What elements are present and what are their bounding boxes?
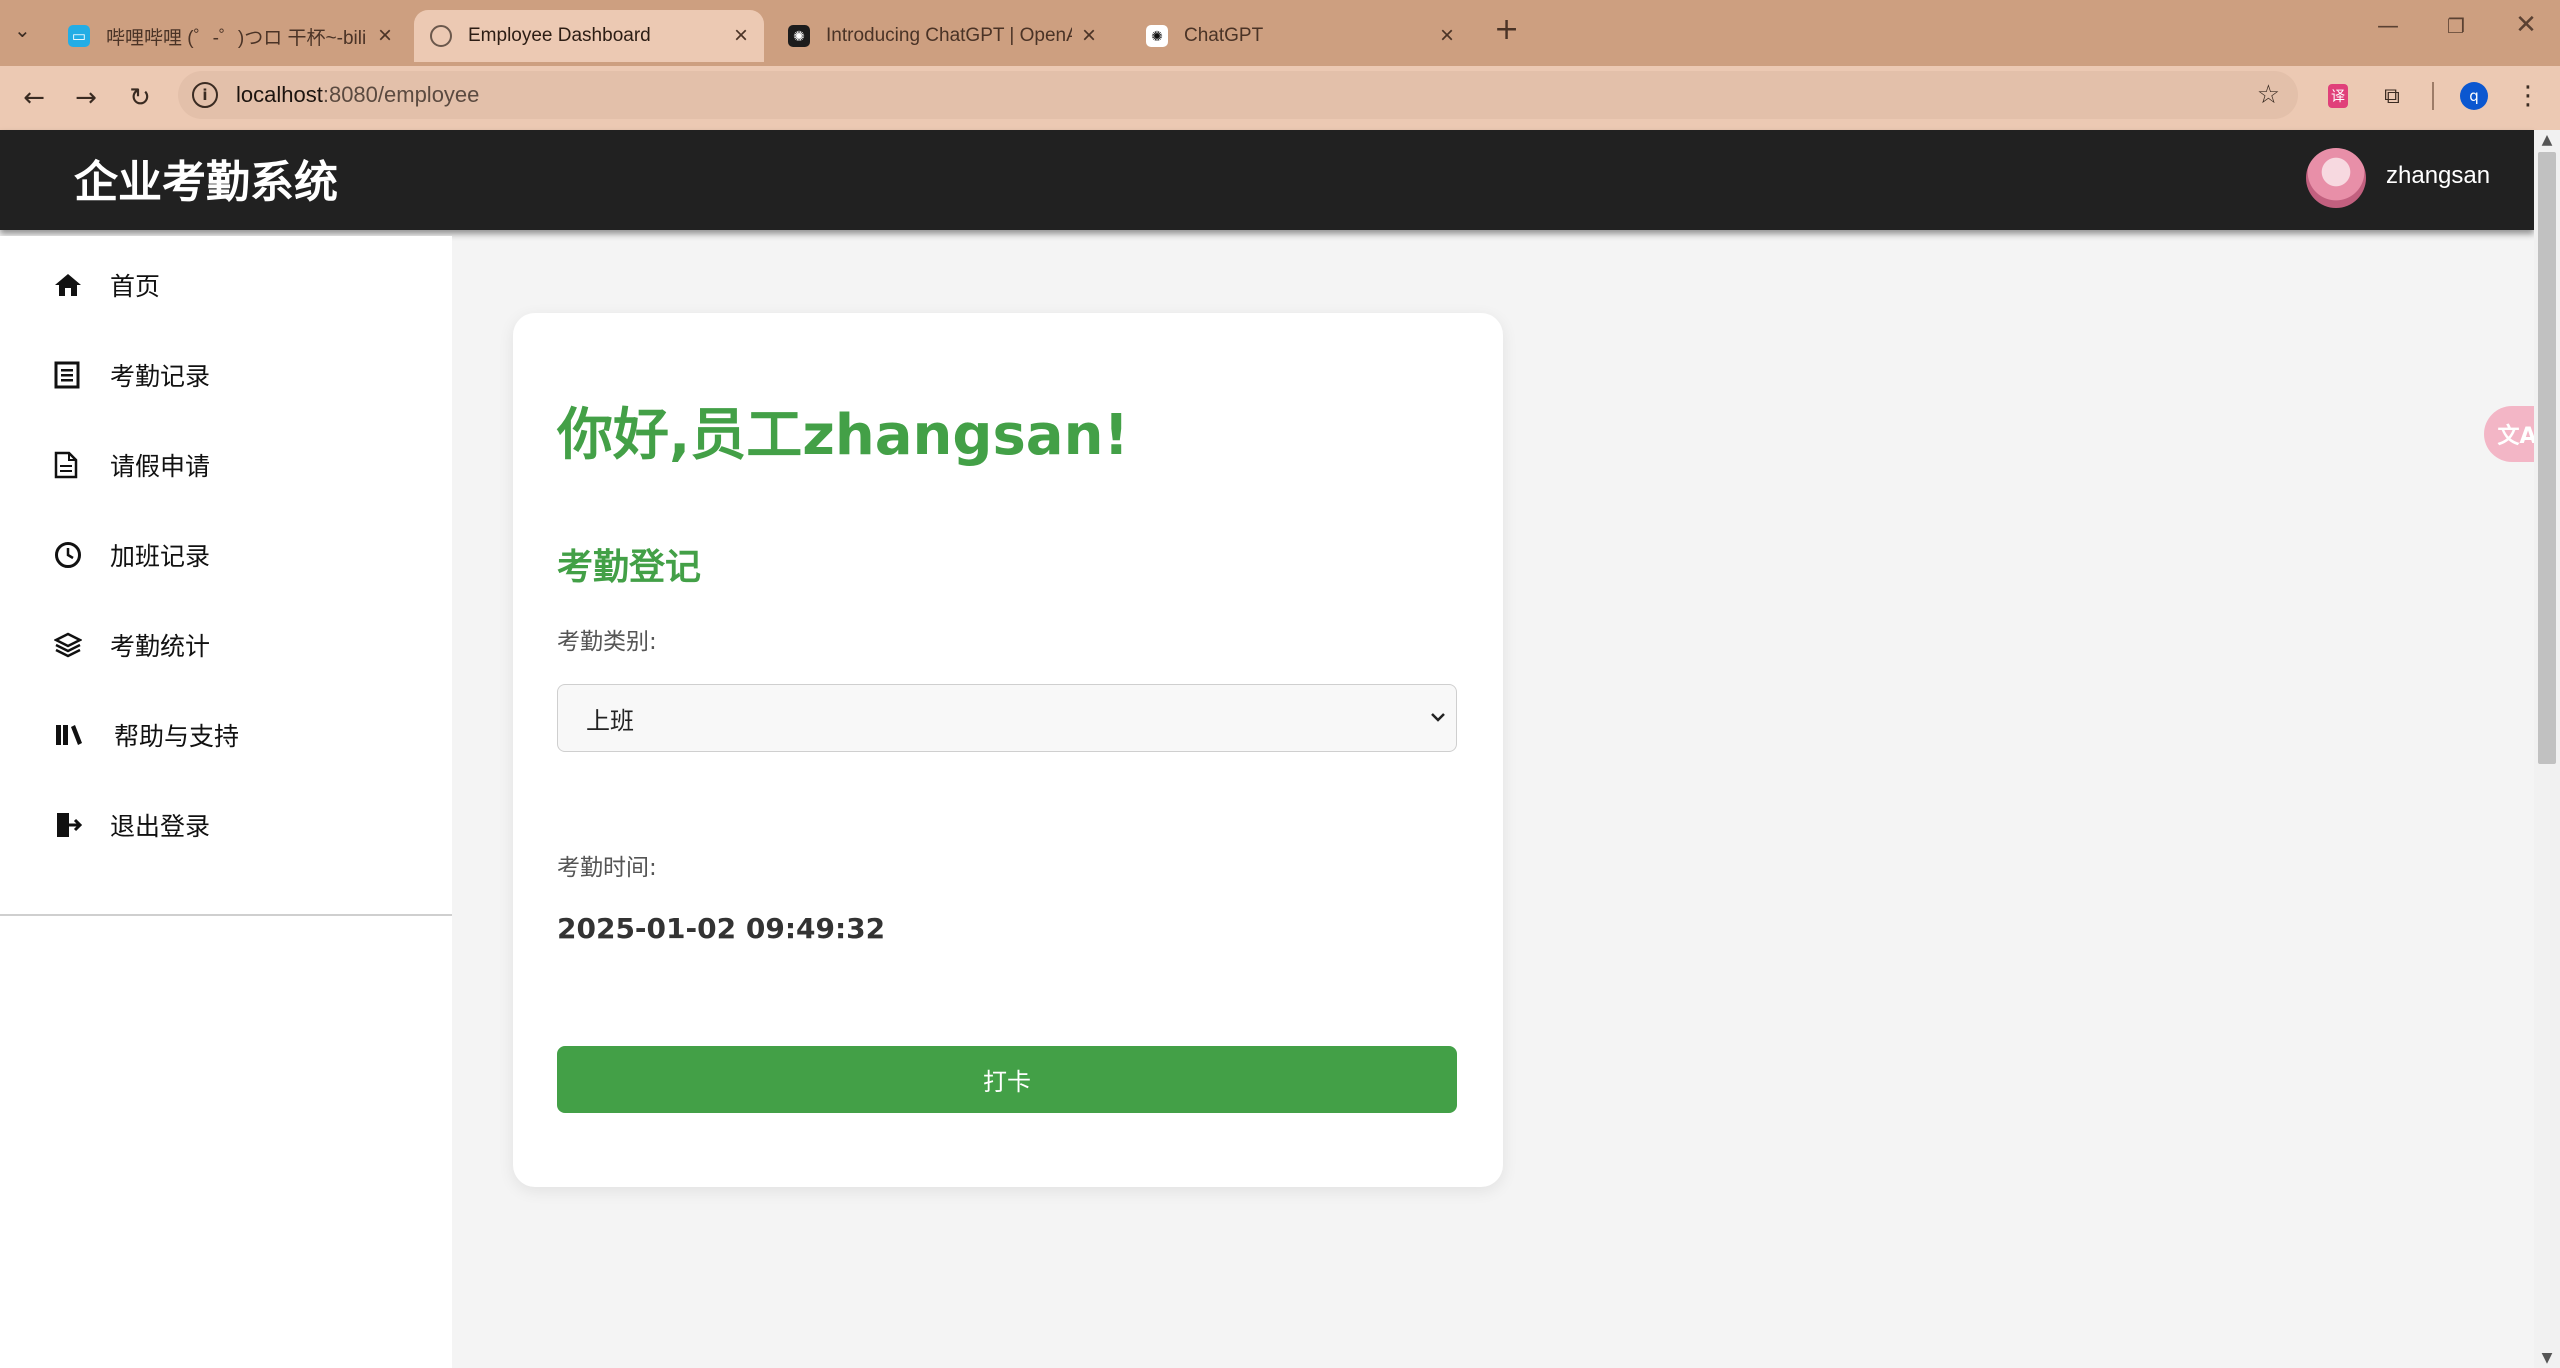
tab-introducing-chatgpt[interactable]: ✺ Introducing ChatGPT | OpenAI × xyxy=(772,10,1112,62)
url-text: localhost:8080/employee xyxy=(236,82,480,107)
sidebar-item-help-support[interactable]: 帮助与支持 xyxy=(54,707,239,763)
attendance-type-label: 考勤类别: xyxy=(557,629,657,655)
sidebar-item-leave-request[interactable]: 请假申请 xyxy=(54,437,210,493)
chevron-down-icon xyxy=(1430,707,1446,728)
globe-icon xyxy=(430,25,452,47)
scroll-down-icon[interactable]: ▼ xyxy=(2537,1350,2557,1366)
greeting-heading: 你好,员工zhangsan! xyxy=(557,403,1130,468)
sidebar-item-overtime-records[interactable]: 加班记录 xyxy=(54,527,210,583)
tab-chatgpt[interactable]: ✺ ChatGPT × xyxy=(1130,10,1470,62)
openai-icon: ✺ xyxy=(1146,25,1168,47)
list-icon xyxy=(54,361,94,389)
back-arrow-icon[interactable]: ← xyxy=(14,78,54,118)
profile-avatar[interactable]: q xyxy=(2456,78,2492,114)
layers-icon xyxy=(54,632,94,658)
forward-arrow-icon[interactable]: → xyxy=(66,78,106,118)
new-tab-button[interactable]: + xyxy=(1494,12,1519,47)
attendance-type-select[interactable]: 上班 xyxy=(557,684,1457,752)
address-bar[interactable]: i localhost:8080/employee ☆ xyxy=(178,71,2298,119)
app-header xyxy=(0,130,2534,230)
clock-icon xyxy=(54,541,94,569)
browser-menu-icon[interactable]: ⋮ xyxy=(2510,78,2546,114)
punch-in-button[interactable]: 打卡 xyxy=(557,1046,1457,1113)
tab-search-chevron-icon[interactable]: ⌄ xyxy=(14,18,31,42)
site-info-icon[interactable]: i xyxy=(192,82,218,108)
translate-extension-icon[interactable]: 译 xyxy=(2320,78,2356,114)
minimize-icon[interactable]: — xyxy=(2370,14,2406,39)
sidebar-divider xyxy=(0,914,452,916)
restore-icon[interactable]: ❐ xyxy=(2438,14,2474,38)
sidebar-item-home[interactable]: 首页 xyxy=(54,257,160,313)
tab-bilibili[interactable]: ▭ 哔哩哔哩 (゜-゜)つロ 干杯~-bili × xyxy=(52,10,408,62)
sidebar-item-attendance-records[interactable]: 考勤记录 xyxy=(54,347,210,403)
user-avatar[interactable] xyxy=(2306,148,2366,208)
section-title: 考勤登记 xyxy=(557,547,702,588)
close-tab-icon[interactable]: × xyxy=(378,22,392,50)
logout-icon xyxy=(54,811,94,839)
extensions-puzzle-icon[interactable]: ⧉ xyxy=(2374,78,2410,114)
bookmark-star-icon[interactable]: ☆ xyxy=(2257,80,2280,110)
reload-icon[interactable]: ↻ xyxy=(120,78,160,118)
attendance-type-value: 上班 xyxy=(586,706,634,735)
sidebar-item-logout[interactable]: 退出登录 xyxy=(54,797,210,853)
close-tab-icon[interactable]: × xyxy=(734,22,748,50)
user-name[interactable]: zhangsan xyxy=(2386,162,2490,190)
home-icon xyxy=(54,272,94,298)
document-icon xyxy=(54,451,94,479)
tab-employee-dashboard[interactable]: Employee Dashboard × xyxy=(414,10,764,62)
sidebar-item-attendance-stats[interactable]: 考勤统计 xyxy=(54,617,210,673)
attendance-time-value: 2025-01-02 09:49:32 xyxy=(557,912,886,945)
bilibili-icon: ▭ xyxy=(68,25,90,47)
openai-icon: ✺ xyxy=(788,25,810,47)
close-tab-icon[interactable]: × xyxy=(1082,22,1096,50)
books-icon xyxy=(54,722,94,748)
app-title: 企业考勤系统 xyxy=(74,157,338,208)
close-tab-icon[interactable]: × xyxy=(1440,22,1454,50)
toolbar-divider xyxy=(2432,82,2434,110)
attendance-time-label: 考勤时间: xyxy=(557,855,657,881)
scrollbar-thumb[interactable] xyxy=(2538,152,2556,764)
close-window-icon[interactable]: ✕ xyxy=(2508,10,2544,40)
scroll-up-icon[interactable]: ▲ xyxy=(2537,132,2557,148)
